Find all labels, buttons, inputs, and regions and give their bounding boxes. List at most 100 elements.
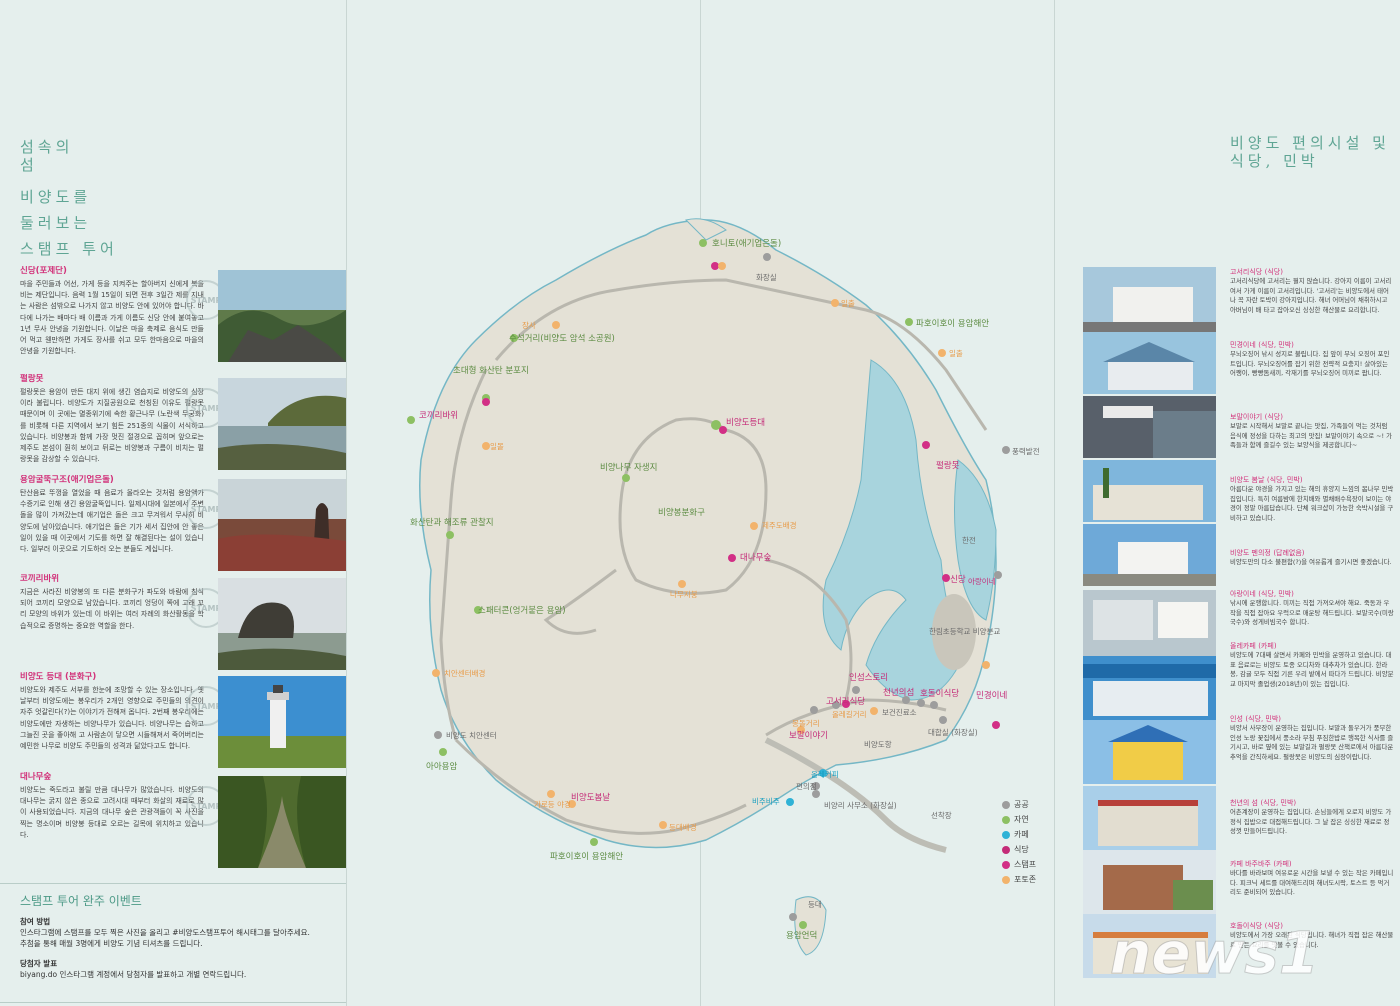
facility-name: 보말이야기 bbox=[1230, 413, 1263, 421]
event-announce-title: 당첨자 발표 bbox=[20, 959, 58, 968]
facility-item: 민경이네 (식당, 민박) 무뇌오징어 낚시 성지로 불립니다. 집 앞이 무뇌 … bbox=[1230, 340, 1394, 404]
legend-item: 스탬프 bbox=[1002, 857, 1062, 872]
facility-name: 아랑이네 bbox=[1230, 590, 1256, 598]
map-label: 초대형 화산탄 분포지 bbox=[453, 365, 529, 376]
map-label: 화장실 bbox=[756, 272, 777, 282]
map-label: 보건진료소 bbox=[882, 707, 917, 717]
facility-photo bbox=[1083, 396, 1216, 458]
facility-text: 낚시에 운행합니다. 미끼는 직접 가져오셔야 해요. 죽동과 우작을 직접 잡… bbox=[1230, 599, 1394, 627]
map-label: 파호이호이 용암해안 bbox=[550, 851, 623, 862]
facility-type: (카페) bbox=[1258, 642, 1277, 650]
map-label: 호니토(애기업은돌) bbox=[712, 238, 781, 249]
right-title: 비양도 편의시설 및 식당, 민박 bbox=[1230, 134, 1390, 170]
stamp-mark-text: STAMP bbox=[190, 295, 222, 305]
stamp-item-text: 비양도와 제주도 서부를 한눈에 조망할 수 있는 장소입니다. 옛날부터 비양… bbox=[20, 686, 204, 751]
map-label: 천년의섬 bbox=[883, 687, 914, 698]
event-title: 스탬프 투어 완주 이벤트 bbox=[20, 894, 142, 908]
stamp-item: 비양도 등대 (분화구) 비양도와 제주도 서부를 한눈에 조망할 수 있는 장소… bbox=[20, 672, 346, 768]
stamp-item: 신당(포제단) 마을 주민들과 어선, 가게 등을 지켜주는 할아버지 신에게 복… bbox=[20, 266, 346, 362]
facility-name: 비양도 펜의정 bbox=[1230, 549, 1271, 557]
title-line: 비양도를 bbox=[20, 188, 92, 206]
facility-type: (식당, 민박) bbox=[1266, 476, 1303, 484]
map-label: 비양도등대 bbox=[726, 417, 765, 428]
facility-text: 바다를 바라보며 여유로운 시간을 보낼 수 있는 작은 카페입니다. 피크닉 … bbox=[1230, 869, 1394, 897]
facility-text: 고서리식당에 고서리는 뭘지 않습니다. 강아지 이름이 고서리여서 가게 이름… bbox=[1230, 277, 1392, 314]
divider bbox=[0, 1002, 346, 1003]
facility-photo bbox=[1083, 786, 1216, 850]
facility-item: 올레카페 (카페) 비양도에 7대째 살면서 카페와 민박을 운영하고 있습니다.… bbox=[1230, 641, 1394, 711]
map-label: 장사 bbox=[522, 320, 536, 330]
stamp-item-title: 신당(포제단) bbox=[20, 266, 67, 276]
map-label: 수석거리(비양도 암석 소공원) bbox=[509, 333, 615, 344]
facility-name: 고서리식당 bbox=[1230, 268, 1263, 276]
facility-photo bbox=[1083, 850, 1216, 914]
stamp-item-text: 마을 주민들과 어선, 가게 등을 지켜주는 할아버지 신에게 복을 비는 제단… bbox=[20, 280, 204, 356]
map-label: 일출 bbox=[841, 298, 855, 308]
map-label: 올레커피 bbox=[811, 770, 839, 779]
map-label: 화산탄과 해조류 관찰지 bbox=[410, 517, 494, 528]
legend-item: 공공 bbox=[1002, 797, 1062, 812]
title-line: 비양도 편의시설 및 bbox=[1230, 134, 1390, 152]
facility-photo bbox=[1083, 656, 1216, 720]
map-legend: 공공 자연 카페 식당 스탬프 포토존 bbox=[1002, 797, 1062, 887]
lava-chimney-photo bbox=[218, 479, 346, 571]
map-label: 제주도배경 bbox=[762, 520, 797, 530]
map-label: 선착장 bbox=[931, 810, 952, 820]
stamp-mark-text: STAMP bbox=[190, 701, 222, 711]
map-label: 인섬스토리 bbox=[849, 672, 888, 683]
map-label: 신당 bbox=[950, 574, 966, 585]
island-map: 호니토(애기업은돌) 수석거리(비양도 암석 소공원) 초대형 화산탄 분포지 … bbox=[346, 180, 1056, 960]
stamp-item: 코끼리바위 지금은 사라진 비양봉의 또 다른 분화구가 파도와 바람에 침식되어… bbox=[20, 574, 346, 670]
stamp-mark-text: STAMP bbox=[190, 603, 222, 613]
stamp-item: 대나무숲 비양도는 죽도라고 불릴 만큼 대나무가 많았습니다. 비양도의 대나무… bbox=[20, 772, 346, 868]
map-label: 등대 bbox=[808, 900, 822, 909]
facility-type: (식당, 민박) bbox=[1258, 590, 1294, 598]
bamboo-forest-photo bbox=[218, 776, 346, 868]
map-label: 보말이야기 bbox=[789, 730, 828, 741]
facility-type: (식당, 민박) bbox=[1260, 799, 1297, 807]
map-label: 비주비주 bbox=[752, 797, 780, 806]
facility-type: (식당) bbox=[1264, 268, 1283, 276]
event-how: 참여 방법 인스타그램에 스탬프를 모두 찍은 사진을 올리고 #비양도스탬프투… bbox=[20, 916, 340, 949]
facility-photo bbox=[1083, 332, 1216, 394]
brochure-page: { "left_title": ["섬속의", "섬", "비양도를", "둘러… bbox=[0, 0, 1400, 1006]
map-label-part: 한림초등학교 비양분교 bbox=[929, 626, 1000, 636]
map-label: 비양리 사무소 (화장실) bbox=[824, 800, 897, 810]
legend-label: 카페 bbox=[1014, 830, 1029, 839]
map-label: 코끼리바위 bbox=[419, 410, 458, 421]
stamp-mark-text: STAMP bbox=[190, 504, 222, 514]
map-label: 아랑이네 bbox=[968, 576, 996, 586]
title-line: 스탬프 투어 bbox=[20, 240, 118, 258]
facility-photo bbox=[1083, 524, 1216, 586]
legend-label: 공공 bbox=[1014, 800, 1029, 809]
stamp-item-title: 비양도 등대 (분화구) bbox=[20, 672, 97, 682]
facility-photo bbox=[1083, 460, 1216, 522]
facility-photo bbox=[1083, 267, 1216, 337]
map-label: 파호이호이 용암해안 bbox=[916, 318, 989, 329]
event-how-title: 참여 방법 bbox=[20, 917, 51, 926]
facility-text: 무뇌오징어 낚시 성지로 불립니다. 집 앞이 무뇌 오징어 포인트입니다. 무… bbox=[1230, 350, 1390, 378]
legend-dot-icon bbox=[1002, 876, 1010, 884]
title-line: 둘러보는 bbox=[20, 214, 92, 232]
legend-label: 포토존 bbox=[1014, 875, 1037, 884]
map-label: 대합실 (화장실) bbox=[928, 727, 978, 737]
stamp-item-title: 펄랑못 bbox=[20, 374, 44, 384]
legend-item: 포토존 bbox=[1002, 872, 1062, 887]
facility-text: 비양서 사무장이 운영하는 집입니다. 보말과 돌우거가 풍부한 인성 노랑 꽃… bbox=[1230, 724, 1394, 761]
facility-name: 카페 바주바주 bbox=[1230, 860, 1271, 868]
legend-dot-icon bbox=[1002, 861, 1010, 869]
map-label: 치안센터배경 bbox=[444, 668, 485, 678]
event-announce-text: biyang.do 인스타그램 계정에서 당첨자를 발표하고 개별 연락드립니다… bbox=[20, 970, 247, 979]
map-label: 편의점 bbox=[796, 781, 817, 791]
map-label: 풍력발전 bbox=[1012, 446, 1040, 456]
legend-label: 스탬프 bbox=[1014, 860, 1037, 869]
stamp-item: 펄랑못 펄랑못은 용암이 만든 대지 위에 생긴 염습지로 비양도의 심장이라 불… bbox=[20, 374, 346, 470]
stamp-item-text: 비양도는 죽도라고 불릴 만큼 대나무가 많았습니다. 비양도의 대나무는 굵지… bbox=[20, 786, 204, 839]
map-label: 민경이네 bbox=[976, 690, 1007, 701]
stamp-item: 용암굴뚝구조(애기업은돌) 탄산음료 뚜껑을 열었을 때 음료가 올라오는 것처럼… bbox=[20, 475, 346, 571]
facility-type: (답례없음) bbox=[1273, 549, 1305, 557]
stamp-item-title: 코끼리바위 bbox=[20, 574, 60, 584]
divider bbox=[0, 883, 346, 884]
facility-name: 인성 bbox=[1230, 715, 1243, 723]
map-label: 비양봉분화구 bbox=[658, 507, 705, 518]
